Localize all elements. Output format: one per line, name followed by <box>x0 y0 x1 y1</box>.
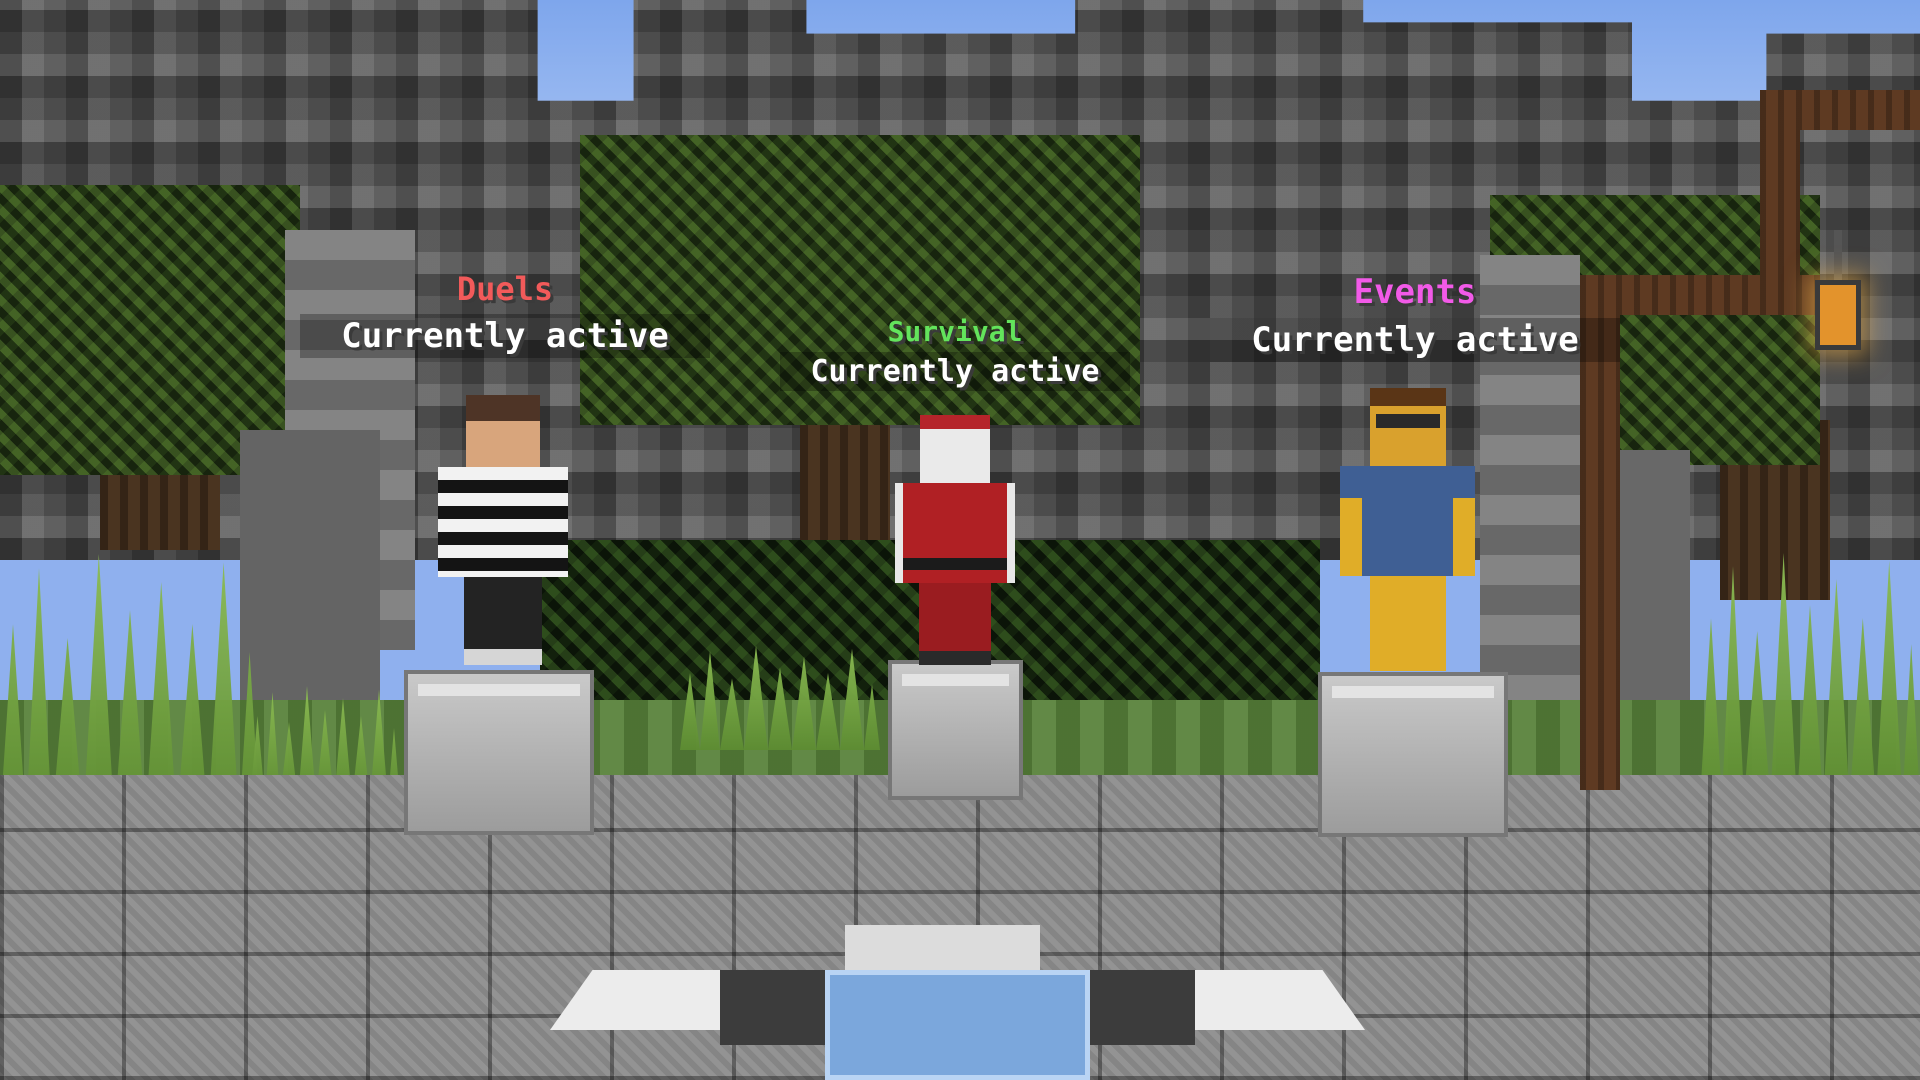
npc-survival[interactable] <box>895 415 1015 665</box>
nameplate-survival: Survival Currently active <box>780 315 1130 391</box>
npc-torso <box>438 467 568 577</box>
game-mode-status: Currently active <box>780 352 1130 391</box>
npc-arm <box>1453 498 1475 576</box>
nameplate-duels: Duels Currently active <box>300 270 710 358</box>
npc-duels[interactable] <box>438 395 568 675</box>
lantern-icon <box>1815 280 1861 350</box>
stone-pillar <box>240 430 380 700</box>
npc-sunglasses <box>1376 414 1440 428</box>
game-mode-title: Duels <box>456 270 554 308</box>
npc-belt <box>903 558 1007 570</box>
quartz-tile <box>845 925 1040 970</box>
floor-gap <box>1090 970 1195 1045</box>
glass-spawn-pad <box>825 970 1090 1080</box>
game-mode-title: Events <box>1353 272 1477 312</box>
pedestal-survival <box>888 660 1023 800</box>
game-viewport[interactable]: Duels Currently active Survival Currentl… <box>0 0 1920 1080</box>
npc-legs <box>919 583 991 665</box>
npc-events[interactable] <box>1340 388 1475 678</box>
pedestal-events <box>1318 672 1508 837</box>
npc-head <box>466 395 540 467</box>
lantern-post-beam <box>1760 90 1920 130</box>
pedestal-duels <box>404 670 594 835</box>
npc-legs <box>464 577 542 665</box>
npc-head <box>920 415 990 483</box>
game-mode-status: Currently active <box>1210 318 1620 362</box>
npc-legs <box>1370 576 1446 671</box>
lantern-post <box>1760 110 1800 310</box>
game-mode-status: Currently active <box>300 314 710 358</box>
game-mode-title: Survival <box>887 315 1023 348</box>
lantern-chain <box>1834 230 1842 280</box>
floor-gap <box>720 970 825 1045</box>
nameplate-events: Events Currently active <box>1210 272 1620 362</box>
npc-arm <box>1340 498 1362 576</box>
